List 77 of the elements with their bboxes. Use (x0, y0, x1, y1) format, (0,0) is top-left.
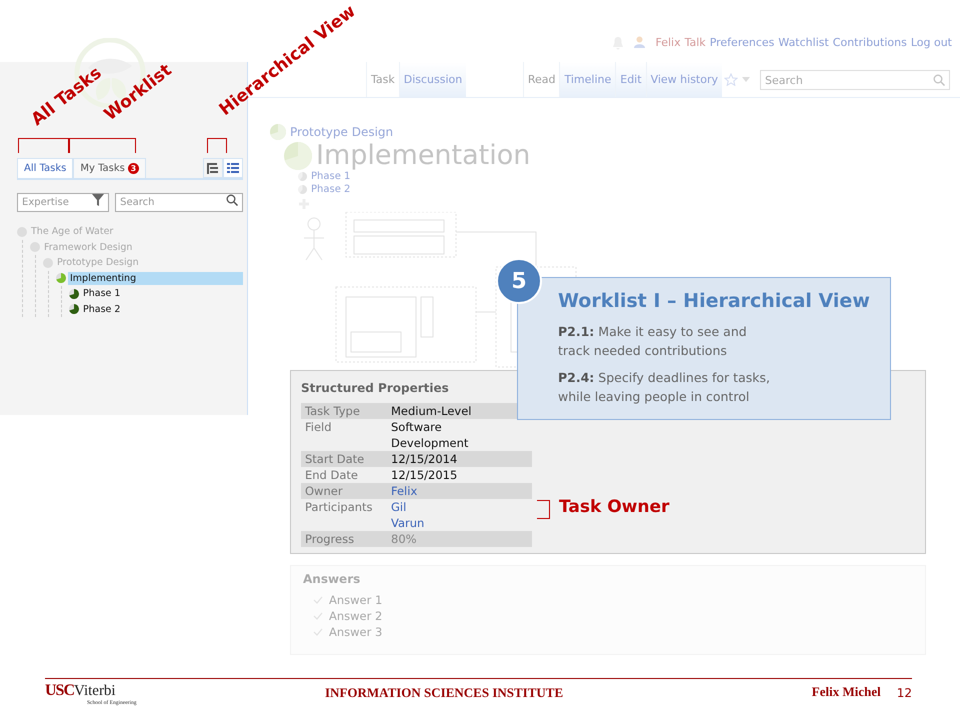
header-link[interactable]: Watchlist (778, 36, 829, 49)
progress-pie-icon (270, 124, 286, 140)
usc-logo-text: USC (45, 682, 74, 700)
view-tab[interactable]: Timeline (559, 62, 616, 97)
institute-name: INFORMATION SCIENCES INSTITUTE (325, 685, 564, 701)
highlight-bracket (69, 138, 136, 153)
caret-icon (742, 77, 750, 82)
search-icon (933, 74, 945, 86)
property-label: Participants (305, 499, 374, 516)
property-value: Medium-Level (391, 403, 472, 419)
tree-item[interactable]: Phase 1 (81, 287, 122, 300)
author-name: Felix Michel (810, 684, 882, 700)
view-tab[interactable]: View history (646, 62, 722, 97)
user-link[interactable]: Varun (391, 515, 501, 531)
view-tab[interactable]: Read (522, 62, 560, 97)
tree-item[interactable]: Prototype Design (55, 256, 141, 270)
task-title: Implementation (316, 140, 530, 171)
header-link[interactable]: Log out (910, 36, 952, 49)
property-label: Start Date (305, 451, 366, 467)
tree-view-icon (206, 162, 220, 174)
star-icon (724, 73, 738, 86)
search-field[interactable]: Search (115, 193, 243, 212)
answer-item: Answer 1 (329, 592, 382, 608)
sidebar-tab[interactable]: My Tasks 3 (73, 158, 146, 178)
progress-pie-icon (69, 288, 79, 299)
page-number: 12 (896, 686, 912, 700)
property-value: 12/15/2015 (391, 467, 458, 483)
page-tab[interactable]: Discussion (398, 62, 466, 97)
progress-pie-icon (298, 185, 307, 194)
list-view-icon (226, 162, 240, 174)
expertise-filter-field[interactable]: Expertise (17, 193, 110, 212)
panel-title: Answers (303, 572, 362, 586)
highlight-bracket (18, 138, 69, 153)
progress-pie-icon (56, 273, 66, 284)
progress-pie-icon (69, 304, 79, 314)
property-label: Field (305, 419, 333, 436)
user-icon (634, 36, 646, 48)
highlight-bracket (537, 500, 550, 519)
callout-text: P2.4: Specify deadlines for tasks, while leaving people in control (558, 369, 771, 406)
property-value: 12/15/2014 (391, 451, 458, 467)
panel-title: Structured Properties (301, 381, 449, 395)
subtask-link[interactable]: Phase 2 (311, 184, 350, 195)
answer-item: Answer 3 (329, 624, 382, 640)
header-link[interactable]: Preferences (710, 36, 774, 49)
tree-item[interactable]: Implementing (68, 272, 243, 285)
subtask-link[interactable]: Phase 1 (311, 171, 350, 182)
answer-item: Answer 2 (329, 608, 382, 624)
sidebar-tab[interactable]: All Tasks (17, 158, 74, 178)
viterbi-logo-text: Viterbi (74, 683, 116, 700)
property-label: Task Type (305, 403, 361, 419)
search-icon (226, 194, 238, 206)
tree-item[interactable]: Phase 2 (81, 302, 122, 316)
parent-task-link[interactable]: Prototype Design (290, 125, 394, 139)
callout-title: Worklist I – Hierarchical View (558, 290, 871, 312)
highlight-bracket (207, 138, 227, 153)
view-toggle-button[interactable] (223, 158, 243, 178)
header-link[interactable]: Contributions (832, 36, 907, 49)
view-toggle-button[interactable] (203, 158, 223, 178)
step-number-badge: 5 (496, 258, 542, 304)
tree-item[interactable]: Framework Design (42, 240, 134, 254)
property-label: Progress (305, 531, 356, 547)
count-badge: 3 (128, 163, 139, 174)
property-label: End Date (305, 467, 359, 483)
property-label: Owner (305, 483, 344, 499)
callout-text: P2.1: Make it easy to see and track needed contributions (558, 323, 748, 360)
property-value: Software Development (391, 419, 470, 451)
header-link[interactable]: Felix (655, 36, 681, 49)
property-value: 80% (391, 531, 418, 547)
header-link[interactable]: Talk (684, 36, 706, 49)
filter-icon (92, 194, 104, 206)
user-link[interactable]: Felix (391, 483, 501, 499)
progress-pie-icon (284, 142, 312, 170)
view-tab[interactable]: Edit (615, 62, 646, 97)
user-link[interactable]: Gil (391, 499, 501, 515)
tree-item[interactable]: The Age of Water (29, 225, 116, 238)
annotation-label: Task Owner (559, 497, 670, 517)
progress-pie-icon (298, 172, 307, 181)
